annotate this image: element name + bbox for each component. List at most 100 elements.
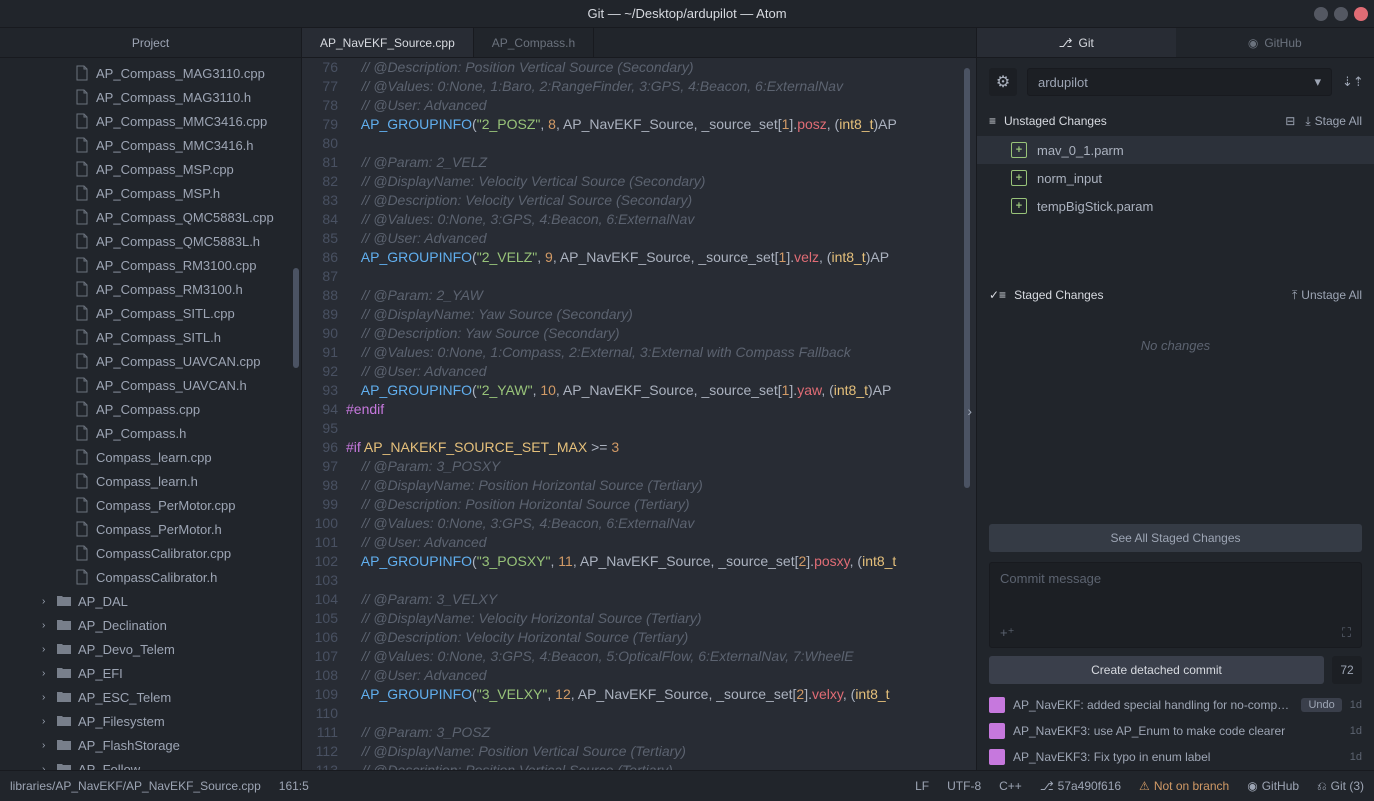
- tree-folder[interactable]: ›AP_ESC_Telem: [0, 685, 301, 709]
- chevron-right-icon: ›: [42, 716, 52, 727]
- tree-file[interactable]: AP_Compass_QMC5883L.cpp: [0, 205, 301, 229]
- git-panel: ⎇Git ◉GitHub ⚙ ardupilot▾ ⇣⇡ ≡Unstaged C…: [976, 28, 1374, 770]
- tree-file[interactable]: Compass_PerMotor.cpp: [0, 493, 301, 517]
- tree-file[interactable]: AP_Compass_SITL.h: [0, 325, 301, 349]
- status-cursor[interactable]: 161:5: [279, 779, 309, 793]
- file-tree[interactable]: AP_Compass_MAG3110.cppAP_Compass_MAG3110…: [0, 58, 301, 770]
- unstaged-item[interactable]: +tempBigStick.param: [977, 192, 1374, 220]
- tree-file[interactable]: AP_Compass_MSP.h: [0, 181, 301, 205]
- editor-tab[interactable]: AP_Compass.h: [474, 28, 594, 57]
- stage-all-button[interactable]: ⤓Stage All: [1305, 114, 1362, 129]
- expand-icon[interactable]: ⛶: [1342, 625, 1351, 641]
- status-encoding[interactable]: UTF-8: [947, 779, 981, 793]
- file-icon: [74, 161, 90, 177]
- tree-file[interactable]: AP_Compass_MMC3416.h: [0, 133, 301, 157]
- status-language[interactable]: C++: [999, 779, 1022, 793]
- tree-file[interactable]: AP_Compass_MMC3416.cpp: [0, 109, 301, 133]
- tree-folder[interactable]: ›AP_Declination: [0, 613, 301, 637]
- tree-file[interactable]: AP_Compass_UAVCAN.cpp: [0, 349, 301, 373]
- tree-folder[interactable]: ›AP_Filesystem: [0, 709, 301, 733]
- undo-button[interactable]: Undo: [1301, 698, 1341, 712]
- commit-avatar: [989, 723, 1005, 739]
- recent-commit[interactable]: AP_NavEKF3: use AP_Enum to make code cle…: [977, 718, 1374, 744]
- window-controls: [1314, 7, 1368, 21]
- tree-folder[interactable]: ›AP_DAL: [0, 589, 301, 613]
- recent-commit[interactable]: AP_NavEKF3: Fix typo in enum label1d: [977, 744, 1374, 770]
- file-icon: [74, 257, 90, 273]
- tree-file[interactable]: AP_Compass_MSP.cpp: [0, 157, 301, 181]
- tree-folder[interactable]: ›AP_EFI: [0, 661, 301, 685]
- recent-commit[interactable]: AP_NavEKF: added special handling for no…: [977, 692, 1374, 718]
- status-commit[interactable]: ⎇57a490f616: [1040, 779, 1121, 793]
- tree-file[interactable]: CompassCalibrator.cpp: [0, 541, 301, 565]
- file-icon: [74, 185, 90, 201]
- tree-file[interactable]: AP_Compass.h: [0, 421, 301, 445]
- maximize-button[interactable]: [1334, 7, 1348, 21]
- commit-message-input[interactable]: Commit message +⁺⛶: [989, 562, 1362, 648]
- upload-icon: ⤒: [1292, 288, 1297, 303]
- editor-body[interactable]: 7677787980818283848586878889909192939495…: [302, 58, 976, 770]
- file-icon: [74, 545, 90, 561]
- fetch-icon[interactable]: ⇣⇡: [1342, 74, 1362, 90]
- file-icon: [74, 305, 90, 321]
- close-button[interactable]: [1354, 7, 1368, 21]
- editor-tab[interactable]: AP_NavEKF_Source.cpp: [302, 28, 474, 57]
- git-panel-tabs: ⎇Git ◉GitHub: [977, 28, 1374, 58]
- status-github[interactable]: ◉GitHub: [1247, 779, 1299, 793]
- tree-file[interactable]: AP_Compass_MAG3110.cpp: [0, 61, 301, 85]
- commit-button[interactable]: Create detached commit: [989, 656, 1324, 684]
- chevron-right-icon: ›: [42, 620, 52, 631]
- status-branch-warning[interactable]: ⚠Not on branch: [1139, 779, 1229, 793]
- collapse-icon[interactable]: ⊟: [1285, 114, 1295, 128]
- code-content[interactable]: // @Description: Position Vertical Sourc…: [346, 58, 976, 770]
- editor-area: AP_NavEKF_Source.cppAP_Compass.h 7677787…: [302, 28, 976, 770]
- tab-git[interactable]: ⎇Git: [977, 28, 1176, 57]
- window-title: Git — ~/Desktop/ardupilot — Atom: [0, 6, 1374, 21]
- repo-avatar: ⚙: [989, 68, 1017, 96]
- folder-icon: [56, 617, 72, 633]
- staged-body: No changes: [977, 310, 1374, 524]
- status-path[interactable]: libraries/AP_NavEKF/AP_NavEKF_Source.cpp: [10, 779, 261, 793]
- tree-scrollbar[interactable]: [293, 268, 299, 368]
- unstaged-item[interactable]: +mav_0_1.parm: [977, 136, 1374, 164]
- file-icon: [74, 89, 90, 105]
- github-icon: ◉: [1247, 779, 1257, 793]
- tree-file[interactable]: AP_Compass_MAG3110.h: [0, 85, 301, 109]
- tab-github[interactable]: ◉GitHub: [1176, 28, 1374, 57]
- tree-file[interactable]: CompassCalibrator.h: [0, 565, 301, 589]
- titlebar: Git — ~/Desktop/ardupilot — Atom: [0, 0, 1374, 28]
- file-icon: [74, 65, 90, 81]
- branch-select[interactable]: ardupilot▾: [1027, 68, 1332, 96]
- minimize-button[interactable]: [1314, 7, 1328, 21]
- tree-file[interactable]: Compass_learn.h: [0, 469, 301, 493]
- tree-file[interactable]: AP_Compass_SITL.cpp: [0, 301, 301, 325]
- editor-scrollbar[interactable]: [964, 68, 970, 488]
- commit-count: 72: [1332, 656, 1362, 684]
- tree-file[interactable]: AP_Compass_RM3100.h: [0, 277, 301, 301]
- add-badge-icon: +: [1011, 170, 1027, 186]
- staged-header: ✓≡Staged Changes ⤒Unstage All: [977, 280, 1374, 310]
- file-icon: [74, 353, 90, 369]
- tree-file[interactable]: AP_Compass_RM3100.cpp: [0, 253, 301, 277]
- see-all-staged-button[interactable]: See All Staged Changes: [989, 524, 1362, 552]
- tree-folder[interactable]: ›AP_Devo_Telem: [0, 637, 301, 661]
- amend-icon[interactable]: +⁺: [1000, 625, 1014, 641]
- checklist-icon: ✓≡: [989, 288, 1006, 302]
- tree-file[interactable]: Compass_learn.cpp: [0, 445, 301, 469]
- chevron-right-icon: ›: [42, 668, 52, 679]
- folder-icon: [56, 713, 72, 729]
- file-icon: [74, 449, 90, 465]
- tree-file[interactable]: AP_Compass.cpp: [0, 397, 301, 421]
- tree-file[interactable]: Compass_PerMotor.h: [0, 517, 301, 541]
- status-git[interactable]: ⎌Git (3): [1317, 779, 1364, 794]
- chevron-right-icon: ›: [42, 740, 52, 751]
- unstaged-item[interactable]: +norm_input: [977, 164, 1374, 192]
- tree-file[interactable]: AP_Compass_QMC5883L.h: [0, 229, 301, 253]
- fold-chevron-icon[interactable]: ›: [967, 402, 972, 421]
- unstage-all-button[interactable]: ⤒Unstage All: [1292, 288, 1362, 303]
- tree-folder[interactable]: ›AP_Follow: [0, 757, 301, 770]
- tree-folder[interactable]: ›AP_FlashStorage: [0, 733, 301, 757]
- status-lf[interactable]: LF: [915, 779, 929, 793]
- folder-icon: [56, 761, 72, 770]
- tree-file[interactable]: AP_Compass_UAVCAN.h: [0, 373, 301, 397]
